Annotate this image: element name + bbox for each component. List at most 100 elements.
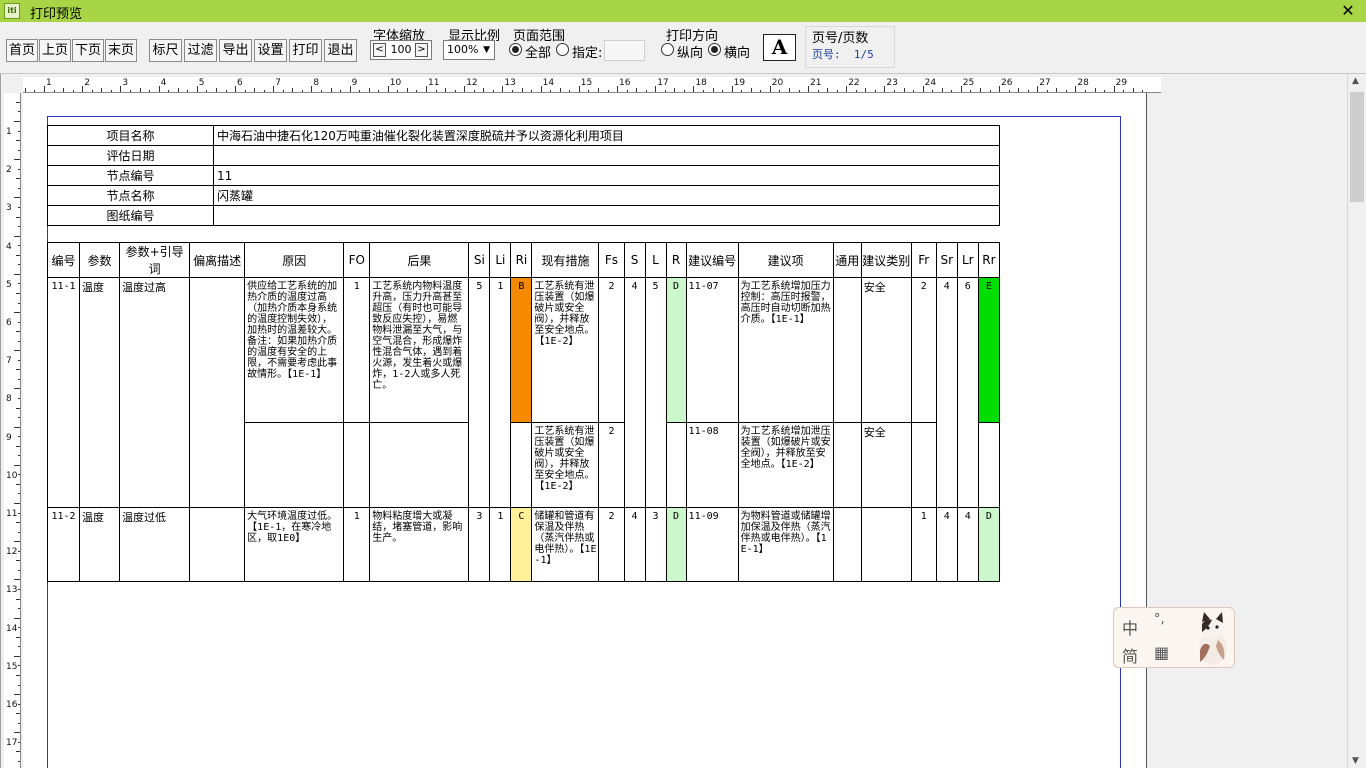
last-page-button[interactable]: 末页 xyxy=(105,39,137,62)
col-header: 建议类别 xyxy=(860,242,912,278)
ruler-tick xyxy=(18,474,20,476)
ruler-button[interactable]: 标尺 xyxy=(149,39,182,62)
next-page-button[interactable]: 下页 xyxy=(72,39,104,62)
chevron-down-icon: ▼ xyxy=(483,45,490,55)
ruler-tick xyxy=(18,646,20,648)
font-button[interactable]: A xyxy=(763,34,796,61)
ruler-tick xyxy=(18,321,20,323)
zoom-increase-button[interactable]: > xyxy=(415,43,428,57)
ruler-tick xyxy=(18,665,20,667)
ime-widget[interactable]: 中 °, 简 ▦ xyxy=(1113,607,1235,668)
ruler-tick xyxy=(14,273,20,275)
ruler-tick xyxy=(473,90,475,92)
ruler-tick xyxy=(884,86,886,92)
ruler-tick xyxy=(110,90,112,92)
portrait-radio[interactable] xyxy=(661,43,674,56)
cell-si: 3 xyxy=(468,507,491,582)
ruler-tick xyxy=(14,235,20,237)
project-name-value: 中海石油中捷石化120万吨重油催化裂化装置深度脱硫并予以资源化利用项目 xyxy=(213,125,1000,146)
ruler-tick xyxy=(14,694,20,695)
ruler-number: 10 xyxy=(6,470,18,481)
ime-language[interactable]: 中 xyxy=(1122,615,1138,639)
ruler-number: 10 xyxy=(389,78,402,88)
cell-suggestion-id: 11-09 xyxy=(685,507,739,582)
cell-lr: 6 xyxy=(956,277,979,508)
ruler-tick xyxy=(63,88,65,92)
ruler-tick xyxy=(53,90,55,92)
display-ratio-select[interactable]: 100% ▼ xyxy=(443,40,495,60)
ruler-tick xyxy=(636,88,638,92)
ime-mode[interactable]: 简 xyxy=(1122,643,1138,667)
ruler-tick xyxy=(703,90,704,92)
vertical-scrollbar[interactable]: ▲ ▼ xyxy=(1347,74,1366,768)
ruler-number: 9 xyxy=(351,78,358,88)
ruler-tick xyxy=(72,90,74,92)
scroll-down-icon[interactable]: ▼ xyxy=(1352,756,1359,766)
ruler-tick xyxy=(18,436,20,438)
settings-button[interactable]: 设置 xyxy=(254,39,287,62)
cell-guide: 温度过高 xyxy=(119,277,191,508)
scrollbar-thumb[interactable] xyxy=(1350,92,1364,202)
vertical-ruler: 1 2 3 4 5 6 7 8 9 10 11 12 13 14 15 16 17 xyxy=(4,93,21,768)
first-page-button[interactable]: 首页 xyxy=(6,39,38,62)
ruler-number: 5 xyxy=(198,78,205,88)
ruler-tick xyxy=(263,90,265,92)
ruler-tick xyxy=(18,302,20,304)
ime-punctuation[interactable]: °, xyxy=(1154,612,1165,627)
font-zoom-value[interactable]: 100 xyxy=(389,43,413,56)
ruler-tick xyxy=(941,88,943,92)
display-ratio-value: 100% xyxy=(447,43,479,56)
ruler-tick xyxy=(16,522,20,524)
page-count-label: 页号/页数 xyxy=(812,31,869,46)
ruler-tick xyxy=(531,90,533,92)
cell-fs: 2 xyxy=(598,422,625,508)
ruler-tick xyxy=(14,350,20,352)
export-button[interactable]: 导出 xyxy=(219,39,252,62)
ruler-tick xyxy=(139,88,141,92)
margin-line-right xyxy=(1120,116,1121,768)
range-specify-radio[interactable] xyxy=(556,43,569,56)
cell-r: D xyxy=(665,507,687,582)
ruler-number: 13 xyxy=(504,78,516,88)
ruler-number: 18 xyxy=(695,78,707,88)
ruler-number: 3 xyxy=(6,203,12,214)
node-id-value: 11 xyxy=(213,165,1000,186)
ruler-tick xyxy=(874,90,876,92)
ruler-tick xyxy=(18,283,20,285)
keyboard-icon[interactable]: ▦ xyxy=(1154,643,1169,662)
header-row: 编号 参数 参数+引导词 偏离描述 原因 FO 后果 Si Li Ri 现有措施… xyxy=(46,242,1001,278)
cell-fo: 1 xyxy=(343,277,371,423)
ruler-tick xyxy=(960,86,962,92)
ruler-tick xyxy=(292,88,294,92)
zoom-decrease-button[interactable]: < xyxy=(373,43,386,57)
landscape-radio[interactable] xyxy=(708,43,721,56)
page-range-input[interactable] xyxy=(604,40,645,61)
table-row: 11-2 温度 温度过低 大气环境温度过低。【1E-1，在寒冷地区，取1E0】 … xyxy=(46,507,1001,582)
cell-consequence: 工艺系统内物料温度升高，压力升高甚至超压（有时也可能导致反应失控），易燃物料泄漏… xyxy=(369,277,470,423)
ruler-tick xyxy=(130,90,131,92)
ruler-tick xyxy=(435,90,437,92)
prev-page-button[interactable]: 上页 xyxy=(39,39,71,62)
cell-rr: E xyxy=(977,277,1001,423)
cell-general xyxy=(832,277,862,423)
ruler-tick xyxy=(1018,88,1020,92)
col-header: 原因 xyxy=(244,242,345,278)
scroll-up-icon[interactable]: ▲ xyxy=(1352,76,1359,86)
ruler-tick xyxy=(244,90,246,92)
ruler-tick xyxy=(16,101,20,103)
ruler-number: 15 xyxy=(6,661,18,672)
print-button[interactable]: 打印 xyxy=(289,39,322,62)
filter-button[interactable]: 过滤 xyxy=(184,39,217,62)
ruler-tick xyxy=(34,90,36,92)
ruler-tick xyxy=(846,86,848,92)
col-header: Fr xyxy=(910,242,937,278)
range-all-radio[interactable] xyxy=(509,43,522,56)
ruler-tick xyxy=(18,207,20,208)
ruler-number: 22 xyxy=(848,78,860,88)
ruler-tick xyxy=(18,359,20,361)
close-button[interactable]: ✕ xyxy=(1338,0,1358,22)
ruler-tick xyxy=(18,493,20,495)
exit-button[interactable]: 退出 xyxy=(324,39,357,62)
ruler-tick xyxy=(1123,90,1125,92)
ruler-number: 23 xyxy=(886,78,898,88)
